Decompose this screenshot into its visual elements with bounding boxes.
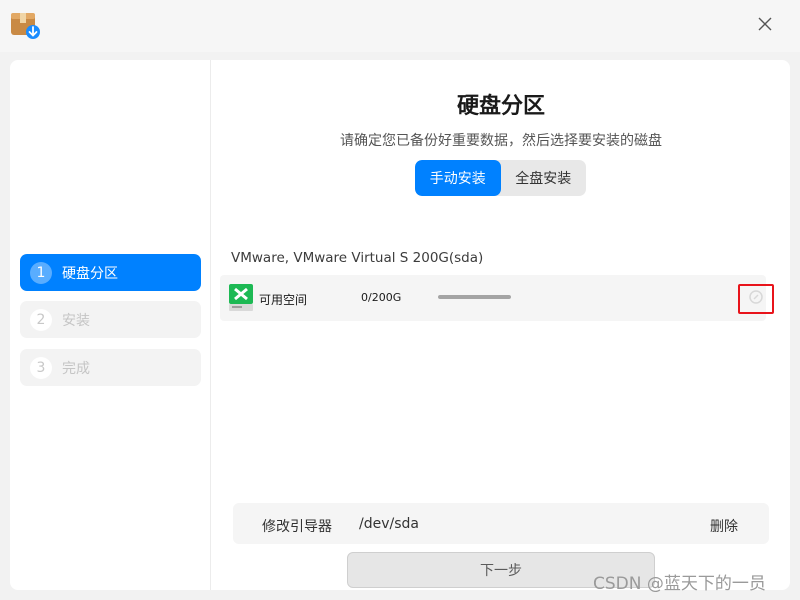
package-download-icon: [10, 10, 40, 40]
page-title: 硬盘分区: [456, 94, 545, 119]
close-icon: [758, 16, 772, 35]
step-number: 2: [30, 308, 52, 331]
close-button[interactable]: [750, 10, 780, 40]
step-item-disk-partition[interactable]: 1 硬盘分区: [20, 254, 201, 291]
full-disk-install-button[interactable]: 全盘安装: [501, 160, 587, 196]
partition-usage-bar: [438, 295, 511, 299]
boot-loader-row: 修改引导器 /dev/sda 删除: [233, 503, 769, 544]
step-number: 3: [30, 356, 52, 379]
step-label: 硬盘分区: [62, 265, 118, 282]
partition-size: 0/200G: [361, 291, 402, 304]
boot-loader-label[interactable]: 修改引导器: [262, 516, 332, 536]
title-bar: [0, 0, 800, 52]
step-item-install[interactable]: 2 安装: [20, 301, 201, 338]
edit-icon: [748, 289, 764, 309]
step-label: 完成: [62, 360, 90, 377]
step-sidebar: 1 硬盘分区 2 安装 3 完成: [10, 60, 211, 590]
partition-usage-fill: [438, 295, 511, 299]
step-item-finish[interactable]: 3 完成: [20, 349, 201, 386]
watermark: CSDN @蓝天下的一员: [593, 574, 766, 594]
boot-loader-delete-button[interactable]: 删除: [710, 516, 738, 536]
page-subtitle: 请确定您已备份好重要数据，然后选择要安装的磁盘: [340, 133, 662, 149]
installer-window: 1 硬盘分区 2 安装 3 完成 硬盘分区 请确定您已备份好重要数据，然后选择要…: [10, 60, 790, 590]
edit-partition-button[interactable]: [738, 284, 774, 314]
partition-row[interactable]: 可用空间 0/200G: [220, 275, 774, 321]
step-number: 1: [30, 261, 52, 284]
disk-name: VMware, VMware Virtual S 200G(sda): [231, 250, 484, 266]
partition-name: 可用空间: [259, 293, 308, 307]
main-content: 硬盘分区 请确定您已备份好重要数据，然后选择要安装的磁盘 手动安装 全盘安装 V…: [212, 60, 790, 590]
manual-install-button[interactable]: 手动安装: [415, 160, 501, 196]
step-label: 安装: [62, 312, 90, 329]
install-mode-switch: 手动安装 全盘安装: [415, 160, 586, 196]
boot-loader-value: /dev/sda: [359, 516, 419, 532]
free-space-icon: [229, 284, 253, 312]
